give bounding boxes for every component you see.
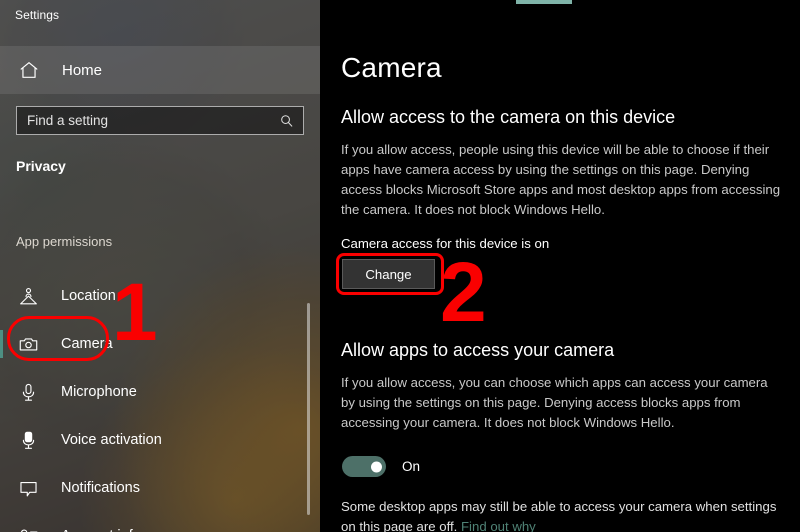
apps-section-description: If you allow access, you can choose whic… bbox=[341, 375, 768, 430]
sidebar-item-notifications[interactable]: Notifications bbox=[0, 464, 320, 512]
search-icon[interactable] bbox=[279, 113, 294, 128]
sidebar-item-location-label: Location bbox=[61, 288, 116, 304]
location-icon bbox=[18, 286, 39, 307]
page-title: Camera bbox=[341, 52, 442, 83]
app-title: Settings bbox=[15, 8, 60, 22]
sidebar-item-notifications-label: Notifications bbox=[61, 480, 140, 496]
sidebar-item-account-info[interactable]: Account info bbox=[0, 512, 320, 532]
sidebar: Settings Home Find a setting Privacy App… bbox=[0, 0, 320, 532]
apps-access-toggle-label: On bbox=[402, 459, 421, 474]
accent-strip bbox=[516, 0, 572, 4]
camera-icon bbox=[18, 334, 39, 355]
apps-access-toggle[interactable] bbox=[342, 456, 386, 477]
sidebar-item-account-info-label: Account info bbox=[61, 528, 141, 532]
sidebar-item-location[interactable]: Location bbox=[0, 272, 320, 320]
settings-window: Settings Home Find a setting Privacy App… bbox=[0, 0, 800, 532]
sidebar-item-home-label: Home bbox=[62, 61, 103, 79]
sidebar-nav-list: Location Camera Microphone Voice activat… bbox=[0, 272, 320, 532]
sidebar-item-voice-activation-label: Voice activation bbox=[61, 432, 162, 448]
microphone-icon bbox=[18, 382, 39, 403]
notifications-icon bbox=[18, 478, 39, 499]
content-panel: Camera Allow access to the camera on thi… bbox=[320, 0, 800, 532]
search-input-placeholder: Find a setting bbox=[27, 113, 109, 128]
camera-access-status: Camera access for this device is on bbox=[341, 236, 550, 251]
sidebar-item-home[interactable]: Home bbox=[0, 46, 320, 94]
device-section-heading: Allow access to the camera on this devic… bbox=[341, 107, 676, 127]
home-icon bbox=[18, 59, 40, 81]
sidebar-item-voice-activation[interactable]: Voice activation bbox=[0, 416, 320, 464]
sidebar-item-microphone-label: Microphone bbox=[61, 384, 137, 400]
toggle-knob bbox=[371, 461, 382, 472]
apps-section-heading: Allow apps to access your camera bbox=[341, 340, 615, 360]
sidebar-item-camera[interactable]: Camera bbox=[0, 320, 320, 368]
sidebar-group-label: App permissions bbox=[16, 234, 113, 249]
sidebar-category-heading: Privacy bbox=[16, 158, 66, 174]
search-input[interactable]: Find a setting bbox=[16, 106, 304, 135]
title-bar: Settings bbox=[0, 0, 320, 46]
find-out-why-link[interactable]: Find out why bbox=[461, 519, 536, 532]
apps-access-toggle-row: On bbox=[342, 456, 420, 477]
account-info-icon bbox=[18, 526, 39, 532]
desktop-apps-footnote: Some desktop apps may still be able to a… bbox=[341, 497, 789, 532]
footnote-text: Some desktop apps may still be able to a… bbox=[341, 499, 777, 532]
sidebar-scrollbar[interactable] bbox=[307, 303, 310, 515]
voice-activation-icon bbox=[18, 430, 39, 451]
device-section-description: If you allow access, people using this d… bbox=[341, 142, 781, 217]
sidebar-item-microphone[interactable]: Microphone bbox=[0, 368, 320, 416]
sidebar-item-camera-label: Camera bbox=[61, 336, 113, 352]
change-button[interactable]: Change bbox=[342, 259, 435, 289]
